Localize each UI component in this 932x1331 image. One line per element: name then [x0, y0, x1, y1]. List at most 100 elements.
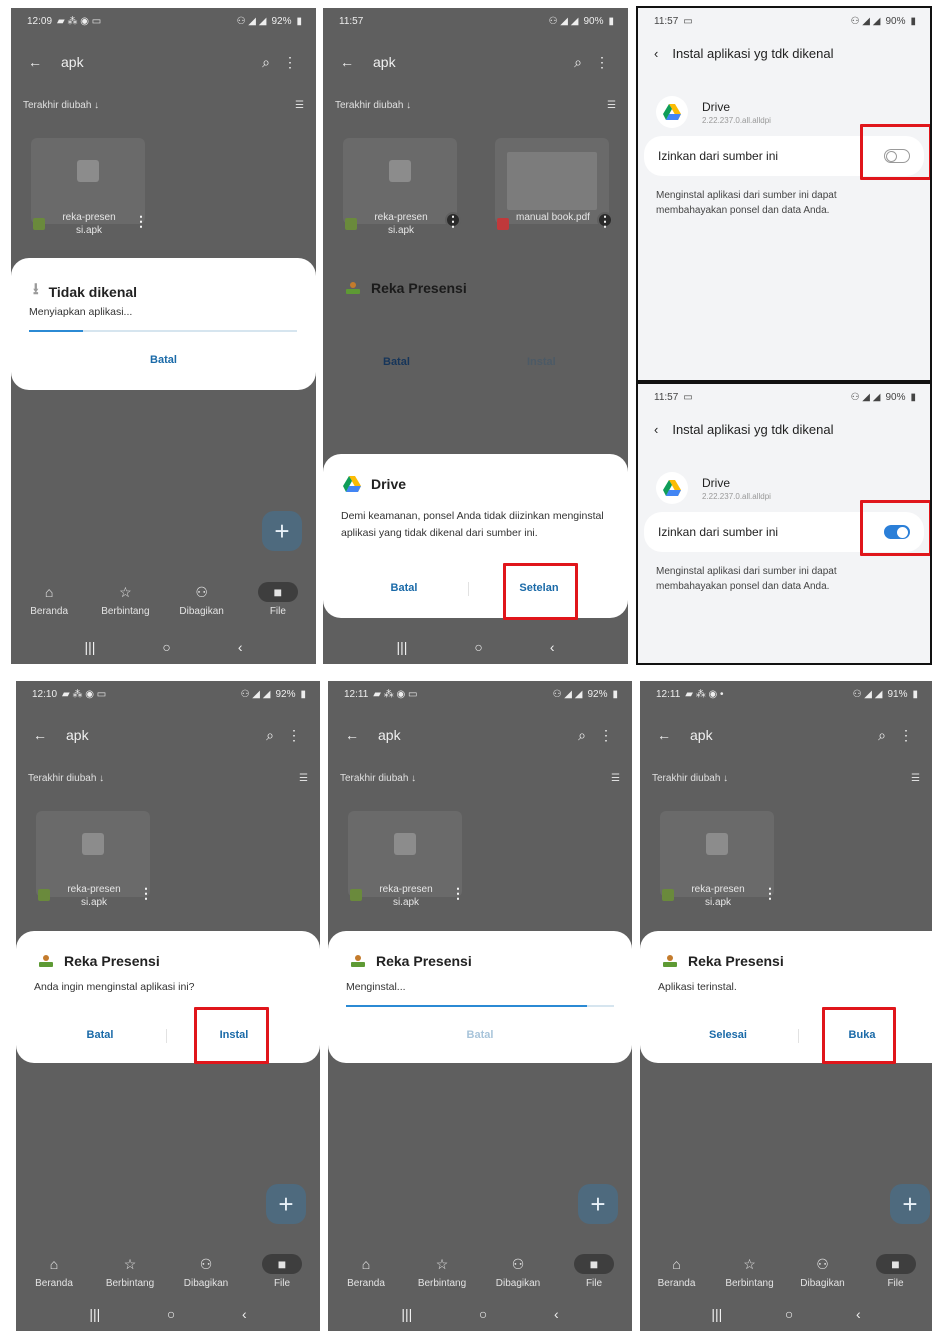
sort-button[interactable]: Terakhir diubah ↓ [335, 100, 411, 111]
cancel-button[interactable]: Batal [11, 354, 316, 366]
search-icon[interactable]: ⌕ [254, 54, 278, 71]
back-icon[interactable]: ← [652, 727, 676, 743]
back-nav-icon[interactable]: ‹ [554, 1306, 559, 1322]
folder-icon: ■ [257, 582, 298, 602]
file-more-icon[interactable]: ⋮ [139, 885, 153, 902]
screen-3-frame: 11:57 ▭ ⚇ ◢ ◢ 90% ▮ ‹ Instal aplikasi yg tdk … [636, 6, 932, 665]
nav-starred[interactable]: ☆ Berbintang [94, 1254, 166, 1289]
nav-home[interactable]: ⌂ Beranda [330, 1254, 402, 1289]
list-view-icon[interactable]: ☰ [911, 773, 920, 784]
nav-shared[interactable]: ⚇ Dibagikan [166, 582, 238, 617]
cancel-button[interactable]: Batal [328, 1029, 632, 1041]
reka-app-icon [662, 954, 678, 968]
progress-bar [346, 1005, 614, 1007]
nav-starred[interactable]: ☆ Berbintang [89, 582, 161, 617]
file-name[interactable]: reka-presen si.apk [368, 883, 444, 909]
home-button-icon[interactable]: ○ [167, 1306, 175, 1322]
home-button-icon[interactable]: ○ [785, 1306, 793, 1322]
back-icon[interactable]: ‹ [654, 422, 658, 437]
home-button-icon[interactable]: ○ [162, 639, 170, 655]
recents-icon[interactable]: ||| [396, 639, 407, 655]
more-icon[interactable]: ⋮ [594, 727, 618, 744]
top-bar: ← apk ⌕ ⋮ [323, 42, 628, 82]
nav-files[interactable]: ■ File [860, 1254, 932, 1289]
add-icon[interactable]: + [266, 1184, 306, 1224]
clock: 12:11 [344, 688, 369, 700]
nav-shared[interactable]: ⚇ Dibagikan [787, 1254, 859, 1289]
nav-files[interactable]: ■ File [242, 582, 314, 617]
list-view-icon[interactable]: ☰ [611, 773, 620, 784]
add-icon[interactable]: + [262, 511, 302, 551]
nav-files[interactable]: ■ File [558, 1254, 630, 1289]
more-icon[interactable]: ⋮ [278, 54, 302, 71]
nav-starred[interactable]: ☆ Berbintang [406, 1254, 478, 1289]
home-button-icon[interactable]: ○ [479, 1306, 487, 1322]
more-icon[interactable]: ⋮ [282, 727, 306, 744]
search-icon[interactable]: ⌕ [570, 727, 594, 744]
notification-icons: ▰ ⁂ ◉ • [685, 688, 724, 700]
shared-icon: ⚇ [816, 1256, 829, 1272]
battery-level: 90% [885, 391, 906, 403]
search-icon[interactable]: ⌕ [566, 54, 590, 71]
file-name[interactable]: reka-presen si.apk [56, 883, 132, 909]
dimmed-dialog-header: Reka Presensi [345, 280, 467, 296]
add-icon[interactable]: + [578, 1184, 618, 1224]
notification-icons: ▰ ⁂ ◉ ▭ [373, 688, 418, 700]
nav-files[interactable]: ■ File [246, 1254, 318, 1289]
back-nav-icon[interactable]: ‹ [238, 639, 243, 655]
dialog-title: Reka Presensi [64, 953, 160, 969]
recents-icon[interactable]: ||| [84, 639, 95, 655]
nav-starred[interactable]: ☆ Berbintang [714, 1254, 786, 1289]
back-icon[interactable]: ← [335, 54, 359, 70]
file-more-icon[interactable]: ⋮ [134, 213, 148, 230]
more-icon[interactable]: ⋮ [590, 54, 614, 71]
back-nav-icon[interactable]: ‹ [242, 1306, 247, 1322]
file-name[interactable]: manual book.pdf [515, 211, 591, 224]
recents-icon[interactable]: ||| [401, 1306, 412, 1322]
home-button-icon[interactable]: ○ [474, 639, 482, 655]
list-view-icon[interactable]: ☰ [295, 100, 304, 111]
sort-button[interactable]: Terakhir diubah ↓ [652, 773, 728, 784]
recents-icon[interactable]: ||| [711, 1306, 722, 1322]
battery-icon: ▮ [608, 15, 614, 27]
nav-home[interactable]: ⌂ Beranda [641, 1254, 713, 1289]
sort-button[interactable]: Terakhir diubah ↓ [23, 100, 99, 111]
file-more-icon[interactable]: ⋮ [598, 213, 612, 230]
done-button[interactable]: Selesai [694, 1029, 762, 1041]
search-icon[interactable]: ⌕ [870, 727, 894, 744]
sort-button[interactable]: Terakhir diubah ↓ [340, 773, 416, 784]
cancel-button[interactable]: Batal [68, 1029, 132, 1041]
file-more-icon[interactable]: ⋮ [763, 885, 777, 902]
star-icon: ☆ [123, 1256, 137, 1272]
nav-shared[interactable]: ⚇ Dibagikan [482, 1254, 554, 1289]
app-name: Drive [702, 475, 731, 490]
file-more-icon[interactable]: ⋮ [451, 885, 465, 902]
back-icon[interactable]: ← [28, 727, 52, 743]
battery-icon: ▮ [912, 688, 918, 700]
cancel-button[interactable]: Batal [373, 582, 435, 594]
back-nav-icon[interactable]: ‹ [550, 639, 555, 655]
unknown-dialog: ⭳ Tidak dikenal Menyiapkan aplikasi... Ba… [11, 258, 316, 390]
file-name[interactable]: reka-presen si.apk [363, 211, 439, 237]
search-icon[interactable]: ⌕ [258, 727, 282, 744]
back-nav-icon[interactable]: ‹ [856, 1306, 861, 1322]
app-version: 2.22.237.0.all.alldpi [702, 115, 771, 125]
back-icon[interactable]: ← [340, 727, 364, 743]
file-name[interactable]: reka-presen si.apk [680, 883, 756, 909]
nav-shared[interactable]: ⚇ Dibagikan [170, 1254, 242, 1289]
apk-file-icon [33, 218, 45, 230]
file-name[interactable]: reka-presen si.apk [51, 211, 127, 237]
list-view-icon[interactable]: ☰ [299, 773, 308, 784]
more-icon[interactable]: ⋮ [894, 727, 918, 744]
settings-title: Instal aplikasi yg tdk dikenal [672, 422, 834, 437]
back-icon[interactable]: ← [23, 54, 47, 70]
list-view-icon[interactable]: ☰ [607, 100, 616, 111]
back-icon[interactable]: ‹ [654, 46, 658, 61]
sort-button[interactable]: Terakhir diubah ↓ [28, 773, 104, 784]
recents-icon[interactable]: ||| [89, 1306, 100, 1322]
add-icon[interactable]: + [890, 1184, 930, 1224]
file-more-icon[interactable]: ⋮ [446, 213, 460, 230]
dialog-message: Menyiapkan aplikasi... [29, 306, 133, 318]
nav-home[interactable]: ⌂ Beranda [13, 582, 85, 617]
nav-home[interactable]: ⌂ Beranda [18, 1254, 90, 1289]
